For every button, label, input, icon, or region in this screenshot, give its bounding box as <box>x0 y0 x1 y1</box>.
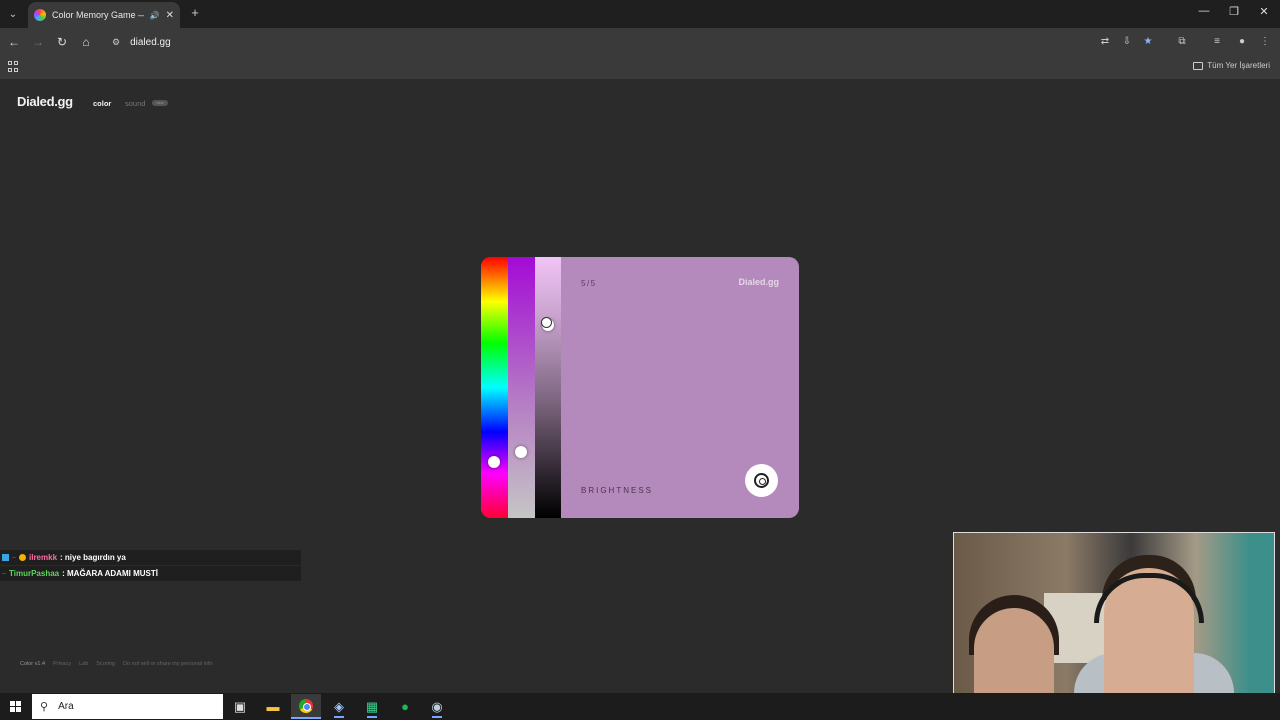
bookmarks-bar: Tüm Yer İşaretleri <box>0 56 1280 80</box>
new-badge: new <box>152 100 168 106</box>
target-icon <box>754 473 769 488</box>
steam-icon[interactable]: ◉ <box>422 694 452 719</box>
chat-text: : MAĞARA ADAMI MUSTİ <box>62 569 158 578</box>
saturation-slider[interactable] <box>508 257 535 518</box>
chat-username: TimurPashaa <box>9 569 60 578</box>
close-icon[interactable]: ✕ <box>166 10 174 21</box>
chat-message: -- TimurPashaa : MAĞARA ADAMI MUSTİ <box>0 566 301 581</box>
bookmark-star-icon[interactable]: ★ <box>1141 35 1155 49</box>
taskbar-search[interactable]: ⚲ Ara <box>32 694 223 719</box>
app-icon-blue[interactable]: ◈ <box>324 694 354 719</box>
nav-sound-link[interactable]: sound <box>125 99 145 108</box>
back-icon[interactable]: ← <box>6 34 22 50</box>
mode-label: BRIGHTNESS <box>581 486 654 495</box>
install-icon[interactable]: ⇩ <box>1120 35 1134 49</box>
chat-text: : niye bagırdın ya <box>60 553 126 562</box>
webcam-overlay <box>953 532 1275 716</box>
media-controls-icon[interactable]: ≡ <box>1210 35 1224 49</box>
brightness-slider[interactable] <box>535 257 561 518</box>
footer-link-do-not-sell[interactable]: Do not sell or share my personal info <box>123 661 213 667</box>
tab-title: Color Memory Game — Ho <box>52 10 144 20</box>
folder-icon <box>1193 61 1204 70</box>
search-icon: ⚲ <box>40 701 49 713</box>
restore-icon[interactable]: ❐ <box>1222 5 1246 18</box>
saturation-slider-knob[interactable] <box>515 446 527 459</box>
speaker-icon[interactable]: 🔊 <box>150 11 160 20</box>
home-icon[interactable]: ⌂ <box>78 34 94 50</box>
chat-overlay: -- ilremkk : niye bagırdın ya -- TimurPa… <box>0 550 301 582</box>
footer-link-scoring[interactable]: Scoring <box>96 661 115 667</box>
apps-grid-icon[interactable] <box>8 61 20 73</box>
forward-icon[interactable]: → <box>30 34 46 50</box>
site-favicon-icon <box>34 9 46 21</box>
browser-toolbar: ← → ↻ ⌂ ⚙ dialed.gg ⇄ ⇩ ★ ⧉ ≡ ● ⋮ <box>0 28 1280 56</box>
translate-icon[interactable]: ⇄ <box>1098 35 1112 49</box>
menu-icon[interactable]: ⋮ <box>1258 35 1272 49</box>
hue-slider[interactable] <box>481 257 508 518</box>
all-bookmarks-label: Tüm Yer İşaretleri <box>1207 61 1270 70</box>
version-label: Color v1.4 <box>20 661 46 667</box>
site-footer: Color v1.4 Privacy Lab Scoring Do not se… <box>20 661 213 667</box>
card-watermark: Dialed.gg <box>738 277 779 287</box>
windows-taskbar: ⚲ Ara ▣ ▬ ◈ ▦ ● ◉ <box>0 693 1280 720</box>
tab-search-icon[interactable]: ⌄ <box>4 5 22 23</box>
nav-color-link[interactable]: color <box>93 99 111 108</box>
submit-guess-button[interactable] <box>745 464 778 497</box>
spotify-icon[interactable]: ● <box>390 694 420 719</box>
platform-badge-icon <box>2 554 9 561</box>
site-logo[interactable]: Dialed.gg <box>17 94 73 109</box>
app-icon-green[interactable]: ▦ <box>357 694 387 719</box>
chat-message: -- ilremkk : niye bagırdın ya <box>0 550 301 565</box>
site-info-icon[interactable]: ⚙ <box>112 37 120 48</box>
extensions-icon[interactable]: ⧉ <box>1175 35 1189 49</box>
subscriber-badge-icon <box>19 554 26 561</box>
mouse-cursor <box>541 317 552 328</box>
task-view-icon[interactable]: ▣ <box>225 694 255 719</box>
round-counter: 5/5 <box>581 279 597 288</box>
windows-start-icon[interactable] <box>10 701 21 712</box>
url-text: dialed.gg <box>130 36 171 48</box>
color-game-card: 5/5 Dialed.gg BRIGHTNESS <box>481 257 799 518</box>
chrome-taskbar-icon[interactable] <box>291 694 321 719</box>
minimize-icon[interactable]: — <box>1192 5 1216 17</box>
all-bookmarks-button[interactable]: Tüm Yer İşaretleri <box>1193 61 1270 70</box>
window-close-icon[interactable]: ✕ <box>1252 5 1276 18</box>
search-placeholder: Ara <box>58 701 74 712</box>
profile-avatar-icon[interactable]: ● <box>1235 35 1249 49</box>
reload-icon[interactable]: ↻ <box>54 34 70 50</box>
file-explorer-icon[interactable]: ▬ <box>258 694 288 719</box>
chat-username: ilremkk <box>29 553 58 562</box>
browser-tab[interactable]: Color Memory Game — Ho 🔊 ✕ <box>28 2 180 28</box>
footer-link-lab[interactable]: Lab <box>79 661 88 667</box>
tab-strip: ⌄ Color Memory Game — Ho 🔊 ✕ + — ❐ ✕ <box>0 0 1280 28</box>
hue-slider-knob[interactable] <box>488 456 500 469</box>
footer-link-privacy[interactable]: Privacy <box>53 661 71 667</box>
address-bar[interactable]: ⚙ dialed.gg <box>104 31 1164 53</box>
new-tab-icon[interactable]: + <box>188 5 202 21</box>
